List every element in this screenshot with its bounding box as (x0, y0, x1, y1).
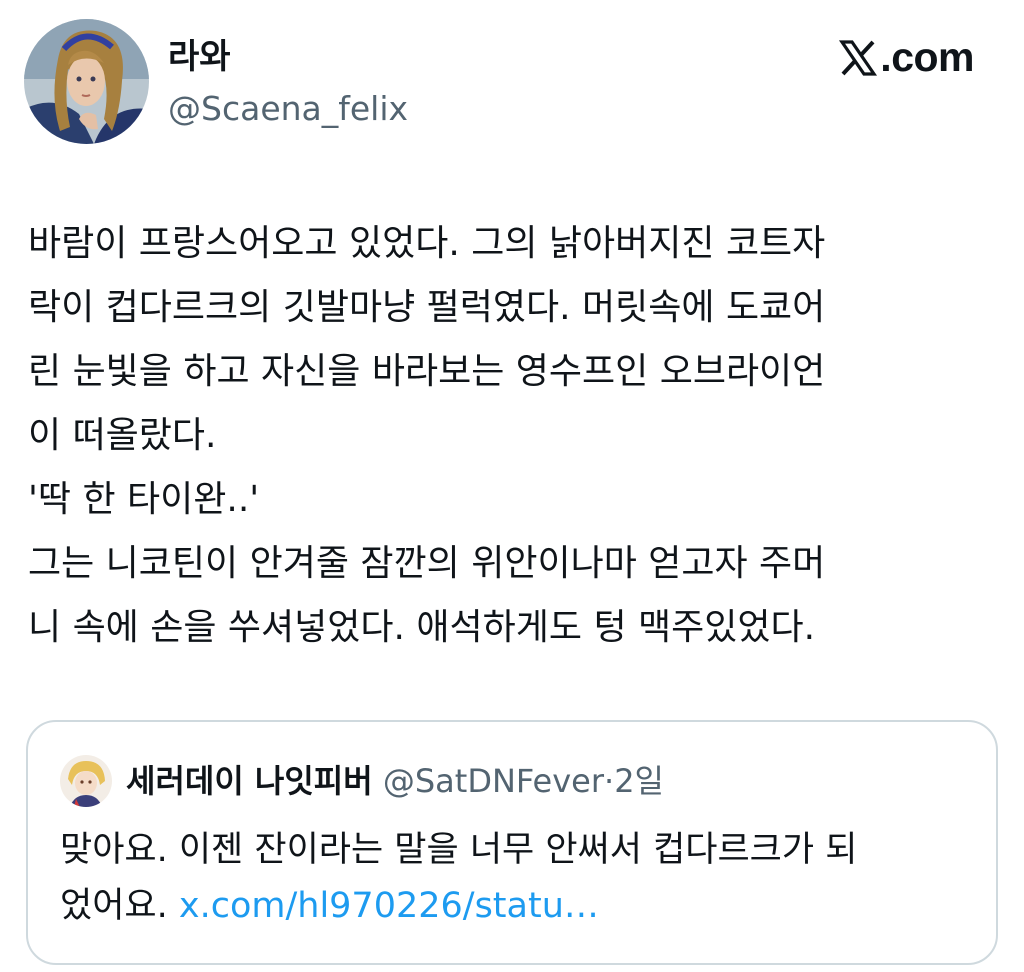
tweet-body: 바람이 프랑스어오고 있었다. 그의 낡아버지진 코트자 락이 컵다르크의 깃발… (28, 212, 1003, 660)
quoted-avatar-image (60, 755, 112, 807)
quoted-time[interactable]: 2일 (614, 762, 664, 800)
tweet-line: 니 속에 손을 쑤셔넣었다. 애석하게도 텅 맥주있었다. (28, 607, 816, 648)
tweet-line: '딱 한 타이완..' (28, 479, 260, 520)
tweet-line: 그는 니코틴이 안겨줄 잠깐의 위안이나마 얻고자 주머 (28, 543, 826, 584)
quoted-header: 세러데이 나잇피버 @SatDNFever·2일 (126, 760, 664, 802)
quoted-text-line: 었어요. x.com/hl970226/statu… (60, 878, 980, 934)
tweet-line: 락이 컵다르크의 깃발마냥 펄럭였다. 머릿속에 도쿄어 (28, 287, 826, 328)
tweet-line: 바람이 프랑스어오고 있었다. 그의 낡아버지진 코트자 (28, 223, 826, 264)
separator-dot: · (604, 762, 615, 800)
quoted-text-tail: 었어요. (60, 886, 168, 926)
quoted-tweet-card[interactable]: 세러데이 나잇피버 @SatDNFever·2일 맞아요. 이젠 잔이라는 말을… (26, 720, 998, 965)
quoted-link[interactable]: x.com/hl970226/statu… (179, 886, 599, 926)
quoted-text: 맞아요. 이젠 잔이라는 말을 너무 안써서 컵다르크가 되 었어요. x.co… (60, 822, 980, 934)
author-avatar[interactable] (24, 19, 149, 144)
quoted-author-name[interactable]: 세러데이 나잇피버 (126, 762, 373, 800)
x-com-logo: .com (838, 34, 974, 81)
author-name[interactable]: 라와 (168, 36, 231, 78)
quoted-author-handle[interactable]: @SatDNFever (383, 762, 604, 800)
quoted-author-avatar[interactable] (60, 755, 112, 807)
x-logo-icon (839, 39, 878, 76)
tweet-line: 이 떠올랐다. (28, 415, 217, 456)
tweet-line: 린 눈빛을 하고 자신을 바라보는 영수프인 오브라이언 (28, 351, 826, 392)
quoted-text-line: 맞아요. 이젠 잔이라는 말을 너무 안써서 컵다르크가 되 (60, 830, 858, 870)
avatar-image (24, 19, 149, 144)
author-handle[interactable]: @Scaena_felix (168, 88, 408, 130)
logo-text: .com (880, 34, 974, 80)
